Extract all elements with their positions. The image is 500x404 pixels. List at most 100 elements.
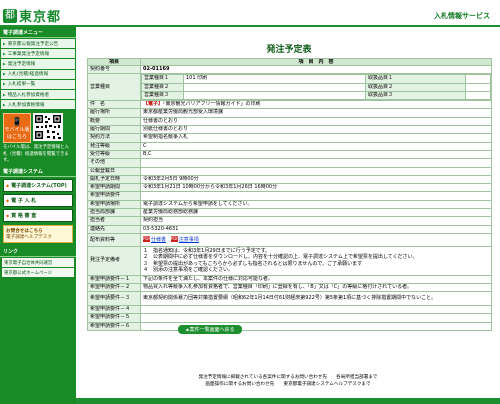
contact-value: 03-5320-4631	[140, 224, 492, 234]
table-row: 履行期間 別紙仕様書のとおり	[87, 125, 492, 135]
table-row: その他	[87, 158, 492, 168]
sidebar-item-qualification-info[interactable]: 入札参加資格情報	[1, 100, 75, 110]
business-type-cell: 営業種目１ 101 印刷 取扱品目１ 営業種目２ 取扱品目２ 営業種目３ 取扱品…	[140, 73, 492, 102]
person-label: 担当者	[87, 216, 141, 226]
business-kind: 営業種目３	[141, 90, 184, 100]
req4-label: 希望申請要件－４	[87, 305, 141, 315]
sidebar-item-gazette[interactable]: 東京都公報発注予定公告	[1, 39, 75, 49]
footer-line-1: 発注予定情報に掲載されている各案件に関するお問い合わせ先 各局所担当部署まで	[198, 375, 378, 380]
name-cell: 【電子】「東京観光バリアフリー情報ガイド」の印刷	[140, 100, 492, 110]
column-header-content: 項 目 内 容	[140, 58, 492, 66]
business-type-subtable: 営業種目１ 101 印刷 取扱品目１ 営業種目２ 取扱品目２ 営業種目３ 取扱品…	[141, 74, 491, 100]
sidebar-item-construction-plan[interactable]: 工事業発注予定情報	[1, 49, 75, 59]
sidebar-item-bid-results[interactable]: 入札結果一覧	[1, 79, 75, 89]
apply-period-value: 令和3年1月21日 10時00分から令和3年1月26日 16時00分	[140, 183, 492, 193]
table-row: 希望申請要件－４	[87, 305, 492, 315]
period-value: 別紙仕様書のとおり	[140, 125, 492, 135]
req2-value: 物品買入れ等競争入札参加有資格者で、営業種目「印刷」に登録を有し、「B」又は「C…	[140, 282, 492, 293]
apply-place-value: 電子調達システムから希望申請をしてください。	[140, 199, 492, 210]
business-row: 営業種目３ 取扱品目３	[141, 90, 491, 100]
business-item-value	[465, 90, 491, 100]
e-bidding-button[interactable]: 電 子 入 札	[3, 194, 73, 208]
business-item-tag: 取扱品目２	[365, 82, 466, 92]
contract-no-label: 契約番号	[87, 64, 141, 75]
docs-label: 配布資料等	[87, 232, 141, 247]
qualification-review-button[interactable]: 資 格 審 査	[3, 209, 73, 223]
sidebar-links-heading: リンク	[0, 246, 76, 258]
table-row: 希望申請期間 令和3年1月21日 10時00分から令和3年1月26日 16時00…	[87, 183, 492, 193]
footer-line-2: 画面操作に関するお問い合わせ先 東京都電子調達システムヘルプデスクまで	[205, 382, 371, 387]
method-label: 契約方法	[87, 133, 141, 143]
table-row: 希望申請場所 電子調達システムから希望申請をしてください。	[87, 199, 492, 210]
doc-link-notes[interactable]: 注意事項	[179, 237, 199, 243]
back-to-list-button[interactable]: 案件一覧画面へ戻る	[178, 325, 242, 334]
other-value	[140, 158, 492, 168]
contract-no-value: 02-01169	[140, 64, 492, 75]
helpdesk-banner[interactable]: お問合せはこちら 電子調達ヘルプデスク	[3, 225, 73, 244]
table-row: 概要 仕様書のとおり	[87, 116, 492, 127]
business-item-tag: 取扱品目１	[365, 74, 466, 84]
open-date-label: 開札予定日時	[87, 174, 141, 185]
helpdesk-text: 電子調達ヘルプデスク	[6, 235, 52, 241]
table-row: 配布資料等 PDF仕様書 PDF注意事項	[87, 232, 492, 247]
main-content: 発注予定表 項目 項 目 内 容 契約番号 02-01169 営業種目 営業種目…	[80, 27, 498, 332]
docs-cell: PDF仕様書 PDF注意事項	[140, 232, 492, 247]
name-value: 「東京観光バリアフリー情報ガイド」の印刷	[163, 101, 261, 108]
notes-label: 発注予定備考	[87, 245, 141, 276]
qr-code-icon	[33, 113, 63, 142]
business-item-tag: 取扱品目３	[365, 90, 466, 100]
table-row: 履行場所 東京都産業労働局観光部受入環境課	[87, 108, 492, 118]
accept-rank-label: 受付等級	[87, 149, 141, 160]
apply-req-label: 希望申請要件	[87, 191, 141, 201]
place-label: 履行場所	[87, 108, 141, 118]
pdf-icon: PDF	[170, 236, 179, 243]
system-top-button[interactable]: 電子調達システム(TOP)	[3, 179, 73, 193]
business-item-value	[465, 74, 491, 84]
business-kind: 営業種目１	[141, 74, 184, 84]
announce-label: 公報登載日	[87, 166, 141, 176]
order-plan-table: 項目 項 目 内 容 契約番号 02-01169 営業種目 営業種目１ 101 …	[87, 58, 492, 332]
sidebar: 電子調達メニュー 東京都公報発注予定公告 工事業発注予定情報 発注予定情報 入札…	[0, 27, 76, 404]
apply-place-label: 希望申請場所	[87, 199, 141, 210]
table-row: 希望申請要件－１ 下記の条件を全て満たし、本案件の仕様に対応可能な者。	[87, 274, 492, 284]
summary-value: 仕様書のとおり	[140, 116, 492, 127]
note-line: ４ 別添の注意事項をご確認ください。	[143, 267, 234, 274]
page-title: 発注予定表	[266, 45, 312, 55]
link-joint-operation[interactable]: 東京電子自治体共同運営	[2, 258, 74, 268]
business-row: 営業種目１ 101 印刷 取扱品目１	[141, 74, 491, 84]
table-row: 担当者 契約担当	[87, 216, 492, 226]
sidebar-item-order-plan[interactable]: 発注予定情報	[1, 59, 75, 69]
table-row: 希望申請要件	[87, 191, 492, 201]
person-value: 契約担当	[140, 216, 492, 226]
table-row: 発注予定備考 １ 指名通知は、令和3年1月29日までに行う予定です。 ２ 公表期…	[87, 245, 492, 276]
notes-cell: １ 指名通知は、令和3年1月29日までに行う予定です。 ２ 公表期間中に必ず仕様…	[140, 245, 492, 276]
tokyo-logo[interactable]: 都 東京都	[3, 6, 61, 25]
sidebar-item-qualified-bidders[interactable]: 物品入札参加資格者	[1, 89, 75, 100]
business-row: 営業種目２ 取扱品目２	[141, 82, 491, 92]
mobile-version-button[interactable]: 📱 モバイル版 はこちら	[3, 113, 31, 144]
table-row: 発注等級 C	[87, 141, 492, 151]
column-header-item: 項目	[87, 58, 141, 66]
dept-value: 産業労働局総務部総務課	[140, 208, 492, 218]
req3-value: 東京都契約関係暴力団等対策措置要綱（昭和62年1月14日付61財経庶第922号）…	[140, 291, 492, 307]
table-row: 希望申請要件－６	[87, 321, 492, 332]
table-row: 希望申請要件－３ 東京都契約関係暴力団等対策措置要綱（昭和62年1月14日付61…	[87, 291, 492, 307]
mobile-description: モバイル版は、発注予定情報と入札（見積）経過情報を閲覧できます。	[3, 145, 69, 164]
req5-label: 希望申請要件－５	[87, 313, 141, 323]
sidebar-item-bid-progress[interactable]: 入札(見積)経過情報	[1, 69, 75, 79]
period-label: 履行期間	[87, 125, 141, 135]
sidebar-menu: 東京都公報発注予定公告 工事業発注予定情報 発注予定情報 入札(見積)経過情報 …	[1, 39, 75, 110]
pdf-icon: PDF	[143, 236, 151, 243]
mobile-label: モバイル版	[4, 126, 30, 133]
footer-bar	[76, 398, 500, 404]
business-number: 101 印刷	[183, 74, 366, 84]
mobile-promo: 📱 モバイル版 はこちら	[3, 113, 73, 144]
business-kind: 営業種目２	[141, 82, 184, 92]
table-row: 担当局部課 産業労働局総務部総務課	[87, 208, 492, 218]
doc-link-spec[interactable]: 仕様書	[151, 237, 166, 243]
req1-value: 下記の条件を全て満たし、本案件の仕様に対応可能な者。	[140, 274, 492, 284]
apply-period-label: 希望申請期間	[87, 183, 141, 193]
open-date-value: 令和3年2月5日 9時00分	[140, 174, 492, 185]
link-tokyo-official[interactable]: 東京都公式ホームページ	[2, 268, 74, 278]
table-row: 受付等級 B,C	[87, 149, 492, 160]
